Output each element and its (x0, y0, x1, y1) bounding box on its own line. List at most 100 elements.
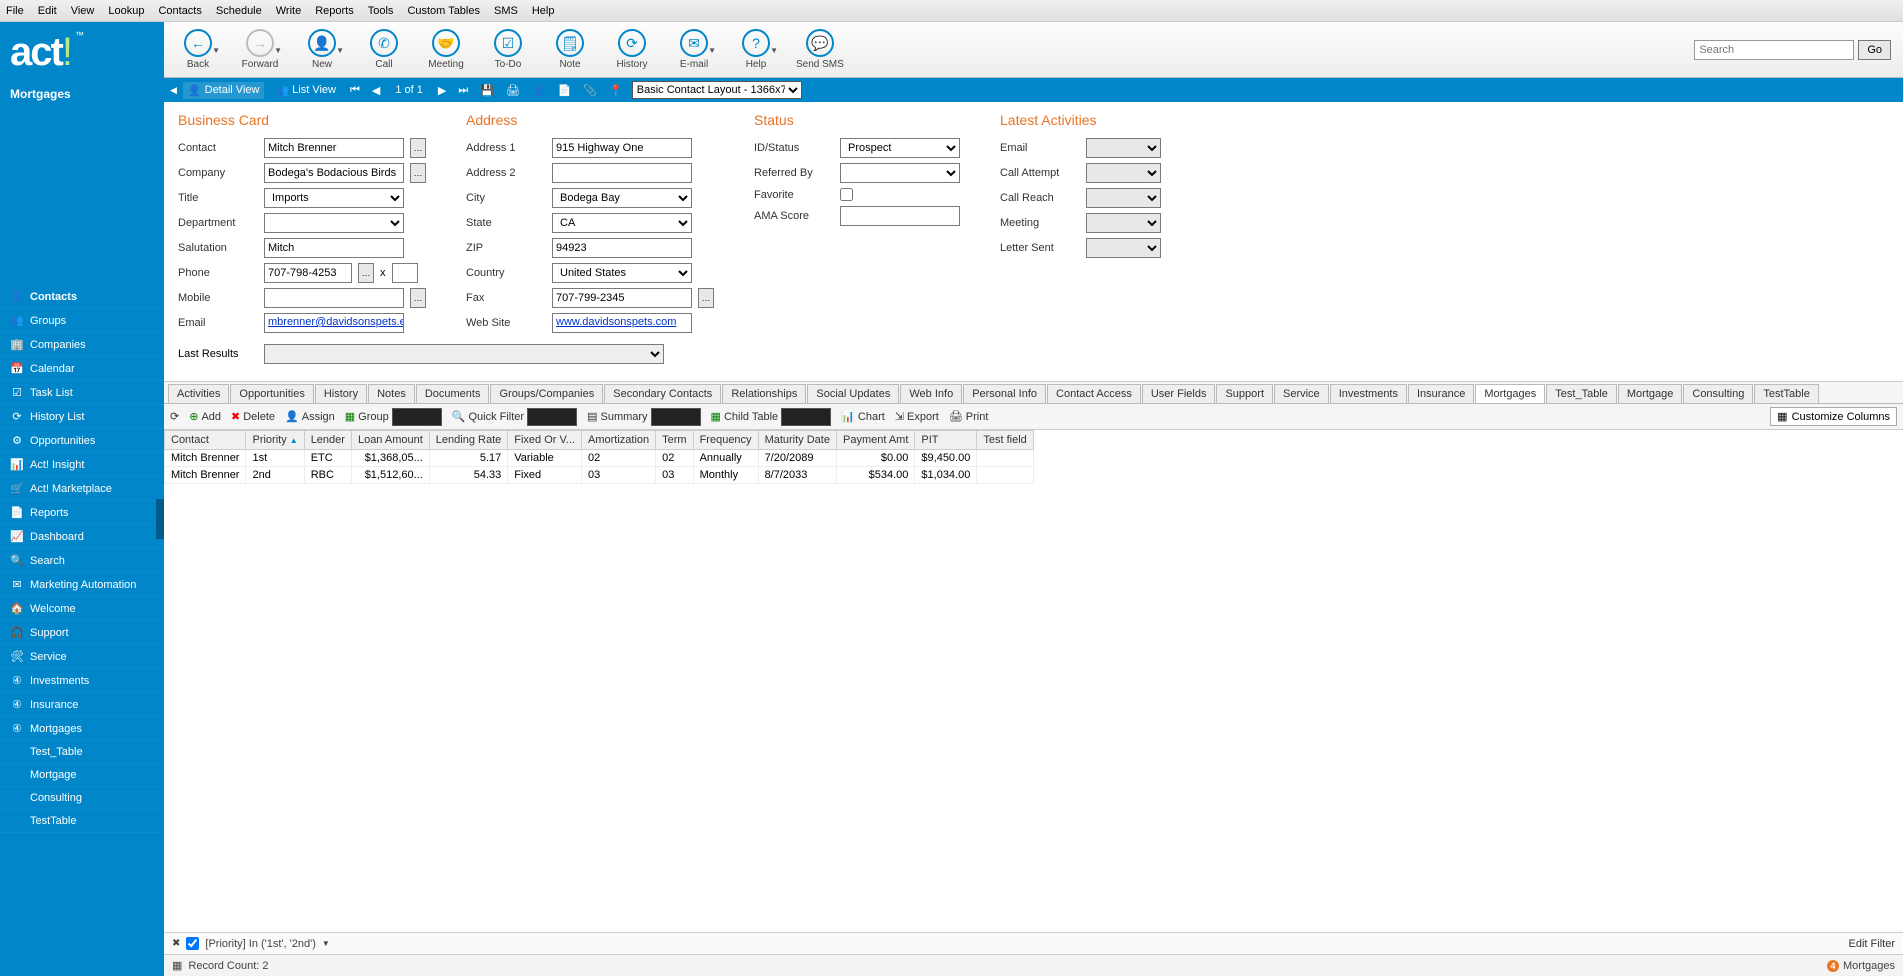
contact-lookup-icon[interactable]: … (410, 138, 426, 158)
tab-investments[interactable]: Investments (1330, 384, 1407, 403)
sidebar-item-test-table[interactable]: Test_Table (0, 741, 164, 764)
sidebar-item-search[interactable]: 🔍Search (0, 549, 164, 573)
tab-opportunities[interactable]: Opportunities (230, 384, 313, 403)
new-button[interactable]: 👤▼New (300, 29, 344, 70)
nav-first-icon[interactable]: ⏮ (347, 84, 363, 97)
attach-icon[interactable]: 📎 (580, 84, 600, 97)
fax-input[interactable] (552, 288, 692, 308)
contact-input[interactable] (264, 138, 404, 158)
col-header[interactable]: Test field (977, 431, 1033, 450)
tab-social-updates[interactable]: Social Updates (807, 384, 899, 403)
title-select[interactable]: Imports (264, 188, 404, 208)
menu-write[interactable]: Write (276, 5, 301, 17)
history-button[interactable]: ⟳History (610, 29, 654, 70)
search-go-button[interactable]: Go (1858, 40, 1891, 60)
tab-mortgages[interactable]: Mortgages (1475, 384, 1545, 403)
mobile-dial-icon[interactable]: … (410, 288, 426, 308)
todo-button[interactable]: ☑To-Do (486, 29, 530, 70)
tab-user-fields[interactable]: User Fields (1142, 384, 1216, 403)
col-header[interactable]: Payment Amt (836, 431, 914, 450)
sidebar-item-calendar[interactable]: 📅Calendar (0, 357, 164, 381)
menu-custom-tables[interactable]: Custom Tables (407, 5, 480, 17)
table-row[interactable]: Mitch Brenner1stETC$1,368,05...5.17Varia… (165, 450, 1034, 467)
menu-edit[interactable]: Edit (38, 5, 57, 17)
sidebar-item-reports[interactable]: 📄Reports (0, 501, 164, 525)
tab-web-info[interactable]: Web Info (900, 384, 962, 403)
help-button[interactable]: ?▼Help (734, 29, 778, 70)
activity-letter-select[interactable] (1086, 238, 1161, 258)
tab-testtable[interactable]: TestTable (1754, 384, 1818, 403)
country-select[interactable]: United States (552, 263, 692, 283)
tab-notes[interactable]: Notes (368, 384, 415, 403)
customize-columns-button[interactable]: ▦Customize Columns (1770, 407, 1897, 426)
tab-history[interactable]: History (315, 384, 367, 403)
col-header[interactable]: Maturity Date (758, 431, 836, 450)
table-row[interactable]: Mitch Brenner2ndRBC$1,512,60...54.33Fixe… (165, 467, 1034, 484)
sidebar-item-act-insight[interactable]: 📊Act! Insight (0, 453, 164, 477)
sidebar-item-act-marketplace[interactable]: 🛒Act! Marketplace (0, 477, 164, 501)
export-button[interactable]: ⇲Export (895, 410, 939, 423)
last-results-select[interactable] (264, 344, 664, 364)
tab-support[interactable]: Support (1216, 384, 1273, 403)
clear-filter-icon[interactable]: ✖ (172, 938, 180, 949)
edit-filter-button[interactable]: Edit Filter (1849, 938, 1895, 950)
sidebar-item-contacts[interactable]: 👤Contacts (0, 285, 164, 309)
col-header[interactable]: Priority ▲ (246, 431, 304, 450)
sendsms-button[interactable]: 💬Send SMS (796, 29, 844, 70)
menu-file[interactable]: File (6, 5, 24, 17)
activity-call-attempt-select[interactable] (1086, 163, 1161, 183)
quick-filter-button[interactable]: 🔍Quick Filter (452, 408, 577, 426)
sidebar-item-opportunities[interactable]: ⚙Opportunities (0, 429, 164, 453)
person-icon[interactable]: 👤 (529, 84, 549, 97)
sidebar-item-welcome[interactable]: 🏠Welcome (0, 597, 164, 621)
menu-contacts[interactable]: Contacts (158, 5, 201, 17)
map-pin-icon[interactable]: 📍 (606, 84, 626, 97)
menu-tools[interactable]: Tools (368, 5, 394, 17)
sidebar-item-mortgage[interactable]: Mortgage (0, 764, 164, 787)
add-button[interactable]: ⊕Add (189, 410, 221, 423)
group-button[interactable]: ▦Group (345, 408, 442, 426)
mobile-input[interactable] (264, 288, 404, 308)
website-link[interactable]: www.davidsonspets.com (552, 313, 692, 333)
delete-button[interactable]: ✖Delete (231, 410, 275, 423)
sidebar-item-companies[interactable]: 🏢Companies (0, 333, 164, 357)
menu-sms[interactable]: SMS (494, 5, 518, 17)
sidebar-item-investments[interactable]: ④Investments (0, 669, 164, 693)
tab-personal-info[interactable]: Personal Info (963, 384, 1046, 403)
department-select[interactable] (264, 213, 404, 233)
filter-enabled-checkbox[interactable] (186, 937, 199, 950)
doc-icon[interactable]: 📄 (555, 84, 575, 97)
tab-contact-access[interactable]: Contact Access (1047, 384, 1141, 403)
phone-ext-input[interactable] (392, 263, 418, 283)
col-header[interactable]: Contact (165, 431, 246, 450)
col-header[interactable]: Amortization (581, 431, 655, 450)
nav-last-icon[interactable]: ⏭ (455, 84, 471, 97)
email-button[interactable]: ✉▼E-mail (672, 29, 716, 70)
sidebar-item-insurance[interactable]: ④Insurance (0, 693, 164, 717)
nav-next-icon[interactable]: ▶ (435, 84, 449, 97)
col-header[interactable]: PIT (915, 431, 977, 450)
assign-button[interactable]: 👤Assign (285, 410, 335, 423)
phone-input[interactable] (264, 263, 352, 283)
fax-lookup-icon[interactable]: … (698, 288, 714, 308)
menu-lookup[interactable]: Lookup (108, 5, 144, 17)
sidebar-item-testtable[interactable]: TestTable (0, 810, 164, 833)
sidebar-item-service[interactable]: 🛠Service (0, 645, 164, 669)
col-header[interactable]: Lending Rate (429, 431, 507, 450)
state-select[interactable]: CA (552, 213, 692, 233)
email-link[interactable]: mbrenner@davidsonspets.ema (264, 313, 404, 333)
summary-button[interactable]: ▤Summary (587, 408, 700, 426)
detail-view-button[interactable]: 👤 Detail View (183, 82, 265, 99)
salutation-input[interactable] (264, 238, 404, 258)
col-header[interactable]: Loan Amount (351, 431, 429, 450)
sidebar-item-history-list[interactable]: ⟳History List (0, 405, 164, 429)
col-header[interactable]: Fixed Or V... (508, 431, 582, 450)
tab-activities[interactable]: Activities (168, 384, 229, 403)
ama-input[interactable] (840, 206, 960, 226)
phone-dial-icon[interactable]: … (358, 263, 374, 283)
activity-meeting-select[interactable] (1086, 213, 1161, 233)
sidebar-item-support[interactable]: 🎧Support (0, 621, 164, 645)
list-view-button[interactable]: 👥 List View (270, 82, 341, 99)
layout-select[interactable]: Basic Contact Layout - 1366x768 (632, 81, 802, 99)
print-icon[interactable]: 🖨 (503, 84, 523, 97)
